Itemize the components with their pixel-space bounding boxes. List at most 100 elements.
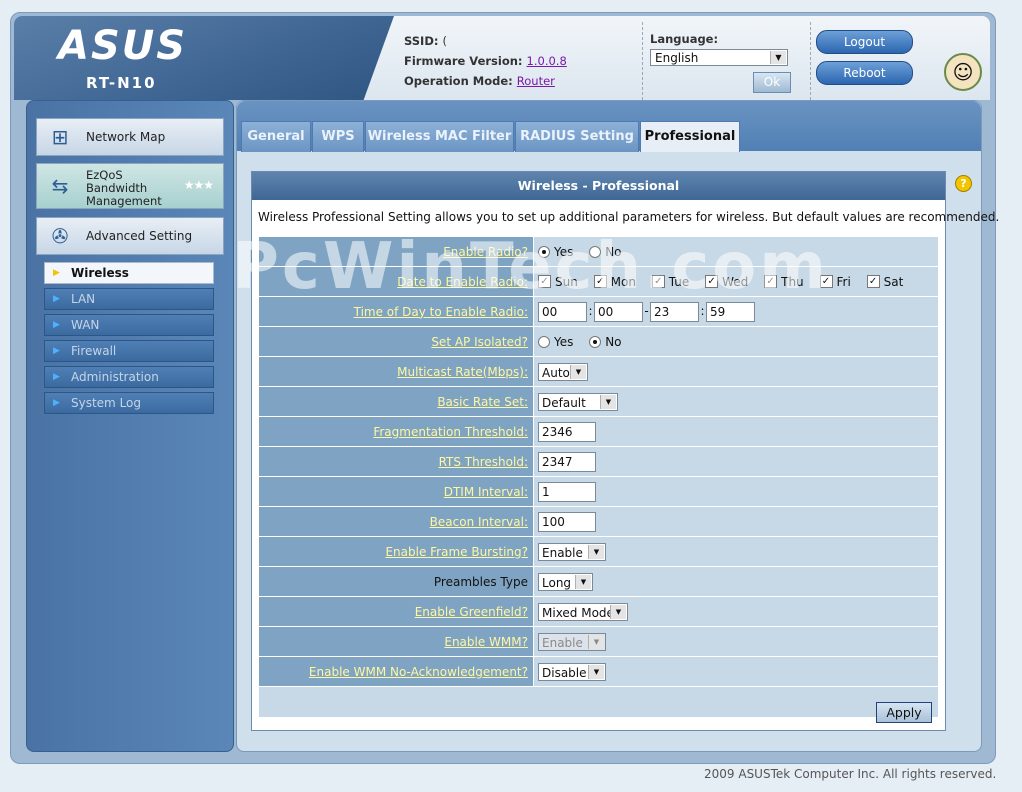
sidebar-item-wireless[interactable]: ▶ Wireless [44,262,214,284]
time-enable-radio-label: Time of Day to Enable Radio: [258,296,534,327]
chevron-down-icon: ▼ [570,364,586,379]
tab-wps[interactable]: WPS [312,121,364,152]
sidebar-item-advanced-setting[interactable]: ✇ Advanced Setting [36,217,224,255]
ezqos-line-1: EzQoS [86,168,123,182]
select-value: Disable [542,665,587,680]
end-hour-input[interactable]: 23 [650,301,699,322]
start-minute-input[interactable]: 00 [594,301,643,322]
table-row: Fragmentation Threshold: 2346 [258,416,939,447]
basic-rate-select[interactable]: Default ▼ [538,392,618,411]
select-value: Enable [542,635,583,650]
wmm-cell: Enable ▼ [533,626,939,657]
multicast-rate-cell: Auto ▼ [533,356,939,387]
rts-input[interactable]: 2347 [538,451,596,472]
ssid-info: SSID: ( [404,34,447,48]
ap-isolated-yes[interactable] [538,335,550,348]
checkbox-label: Tue [668,274,690,289]
language-value: English [655,51,699,65]
greenfield-select[interactable]: Mixed Mode ▼ [538,602,628,621]
wrench-icon: ✇ [51,224,69,248]
preambles-label: Preambles Type [258,566,534,597]
operation-mode-link[interactable]: Router [517,74,555,88]
select-value: Auto [542,365,570,380]
time-separator: : [700,304,705,318]
checkbox-wed[interactable]: ✓ [705,275,719,289]
dtim-input[interactable]: 1 [538,481,596,502]
triangle-right-icon: ▶ [53,320,60,330]
frame-bursting-label: Enable Frame Bursting? [258,536,534,567]
operation-mode-info: Operation Mode: Router [404,74,555,88]
beacon-input[interactable]: 100 [538,511,596,532]
tab-wireless-mac-filter[interactable]: Wireless MAC Filter [365,121,514,152]
checkbox-mon[interactable]: ✓ [593,275,607,289]
greenfield-cell: Mixed Mode ▼ [533,596,939,627]
sidebar-item-firewall[interactable]: ▶ Firewall [44,340,214,362]
sidebar-item-network-map[interactable]: ⊞ Network Map [36,118,224,156]
language-select[interactable]: English ▼ [650,49,788,66]
network-map-icon: ⊞ [51,125,69,149]
sidebar-item-label: LAN [71,292,96,306]
sidebar-item-wan[interactable]: ▶ WAN [44,314,214,336]
chevron-down-icon: ▼ [575,574,591,589]
checkbox-sun[interactable]: ✓ [538,275,551,289]
page-title: Wireless - Professional [252,172,945,200]
sidebar-item-lan[interactable]: ▶ LAN [44,288,214,310]
firmware-info: Firmware Version: 1.0.0.8 [404,54,567,68]
enable-radio-yes[interactable] [538,245,550,258]
operation-mode-label: Operation Mode: [404,74,513,88]
start-hour-input[interactable]: 00 [538,301,587,322]
end-minute-input[interactable]: 59 [706,301,755,322]
language-ok-button[interactable]: Ok [753,72,791,93]
table-row: Preambles Type Long ▼ [258,566,939,597]
table-row: Time of Day to Enable Radio: 00:00-23:59 [258,296,939,327]
table-row: Enable Greenfield? Mixed Mode ▼ [258,596,939,627]
multicast-rate-select[interactable]: Auto ▼ [538,362,588,381]
help-icon[interactable]: ? [955,175,972,192]
ssid-label: SSID: [404,34,439,48]
sidebar-item-administration[interactable]: ▶ Administration [44,366,214,388]
wmm-noack-select[interactable]: Disable ▼ [538,662,606,681]
triangle-right-icon: ▶ [53,294,60,304]
radio-label: No [605,244,622,259]
tab-general[interactable]: General [241,121,311,152]
table-row: Enable WMM? Enable ▼ [258,626,939,657]
checkbox-fri[interactable]: ✓ [819,275,833,289]
table-row [258,686,939,718]
sidebar-item-system-log[interactable]: ▶ System Log [44,392,214,414]
stars-icon: ★★★ [183,178,214,192]
table-row: Enable Radio? Yes No [258,236,939,267]
rts-label: RTS Threshold: [258,446,534,477]
tab-radius-setting[interactable]: RADIUS Setting [515,121,639,152]
apply-button[interactable]: Apply [876,702,932,723]
checkbox-sat[interactable]: ✓ [866,275,880,289]
triangle-right-icon: ▶ [53,372,60,382]
enable-radio-no[interactable] [589,245,602,258]
chevron-down-icon: ▼ [600,394,616,409]
firmware-link[interactable]: 1.0.0.8 [527,54,567,68]
sidebar-item-ezqos[interactable]: ⇆ EzQoS Bandwidth Management ★★★ [36,163,224,209]
preambles-cell: Long ▼ [533,566,939,597]
logo-area: ASUS RT-N10 [14,16,394,100]
frame-bursting-select[interactable]: Enable ▼ [538,542,606,561]
reboot-button[interactable]: Reboot [816,61,913,85]
date-enable-radio-label: Date to Enable Radio: [258,266,534,297]
checkbox-label: Sun [555,274,578,289]
fragmentation-input[interactable]: 2346 [538,421,596,442]
ap-isolated-no[interactable] [589,335,602,348]
sidebar-item-label: System Log [71,396,141,410]
tab-professional[interactable]: Professional [640,121,740,152]
fragmentation-label: Fragmentation Threshold: [258,416,534,447]
preambles-select[interactable]: Long ▼ [538,572,593,591]
basic-rate-label: Basic Rate Set: [258,386,534,417]
table-row: Set AP Isolated? Yes No [258,326,939,357]
apply-cell [258,686,939,718]
chevron-down-icon: ▼ [588,544,604,559]
logout-button[interactable]: Logout [816,30,913,54]
wmm-noack-label: Enable WMM No-Acknowledgement? [258,656,534,687]
checkbox-thu[interactable]: ✓ [764,275,778,289]
checkbox-label: Mon [610,274,636,289]
sidebar-item-label: WAN [71,318,100,332]
multicast-rate-label: Multicast Rate(Mbps): [258,356,534,387]
model-name: RT-N10 [86,74,157,92]
checkbox-tue[interactable]: ✓ [651,275,665,289]
